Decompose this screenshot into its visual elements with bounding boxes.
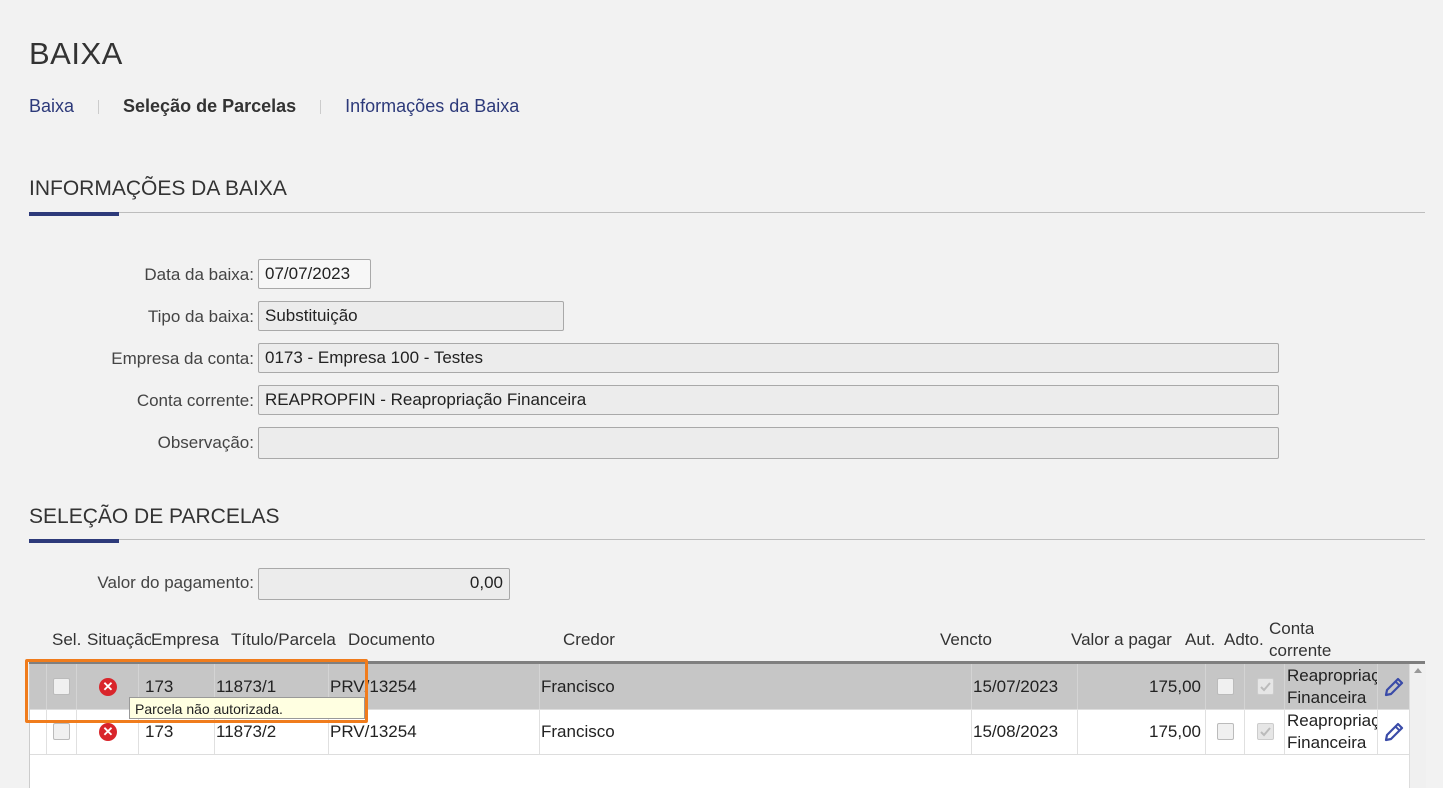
valor-pagamento-field[interactable]: 0,00 bbox=[258, 568, 510, 600]
aut-cell bbox=[1206, 709, 1245, 754]
section-accent-bar bbox=[29, 539, 119, 543]
header-valor-pagar[interactable]: Valor a pagar bbox=[1071, 630, 1172, 650]
section-divider bbox=[29, 539, 1425, 540]
edit-cell bbox=[1378, 664, 1410, 709]
info-section-title: INFORMAÇÕES DA BAIXA bbox=[29, 177, 287, 200]
data-baixa-label: Data da baixa: bbox=[144, 265, 254, 284]
edit-cell bbox=[1378, 709, 1410, 754]
scroll-up-icon[interactable] bbox=[1414, 668, 1422, 673]
conta-corrente-cell: Reapropriação Financeira bbox=[1285, 664, 1378, 709]
header-situacao[interactable]: Situação bbox=[87, 630, 151, 650]
conta-corrente-line2: Financeira bbox=[1287, 688, 1367, 707]
row-gutter bbox=[30, 664, 47, 709]
adto-cell bbox=[1245, 664, 1285, 709]
section-divider bbox=[29, 212, 1425, 213]
credor-cell: Francisco bbox=[540, 664, 972, 709]
error-circle-icon[interactable]: ✕ bbox=[99, 678, 117, 696]
header-credor[interactable]: Credor bbox=[563, 630, 615, 650]
adto-checkbox[interactable] bbox=[1257, 723, 1274, 740]
valor-cell: 175,00 bbox=[1078, 709, 1206, 754]
empresa-conta-label: Empresa da conta: bbox=[111, 349, 254, 368]
tooltip: Parcela não autorizada. bbox=[129, 697, 365, 719]
parcelas-section-title: SELEÇÃO DE PARCELAS bbox=[29, 505, 280, 528]
header-conta-corrente-line1[interactable]: Conta bbox=[1269, 619, 1314, 639]
edit-pencil-icon[interactable] bbox=[1382, 675, 1406, 699]
tab-informacoes-baixa[interactable]: Informações da Baixa bbox=[345, 96, 519, 117]
header-documento[interactable]: Documento bbox=[348, 630, 435, 650]
adto-checkbox[interactable] bbox=[1257, 678, 1274, 695]
section-accent-bar bbox=[29, 212, 119, 216]
aut-checkbox[interactable] bbox=[1217, 723, 1234, 740]
grid-scrollbar[interactable] bbox=[1409, 664, 1426, 788]
conta-corrente-line1: Reapropriação bbox=[1287, 666, 1378, 685]
header-adto[interactable]: Adto. bbox=[1224, 630, 1264, 650]
header-conta-corrente-line2[interactable]: corrente bbox=[1269, 641, 1331, 661]
tab-separator bbox=[320, 99, 322, 114]
aut-cell bbox=[1206, 664, 1245, 709]
valor-cell: 175,00 bbox=[1078, 664, 1206, 709]
conta-corrente-field[interactable]: REAPROPFIN - Reapropriação Financeira bbox=[258, 385, 1279, 415]
adto-cell bbox=[1245, 709, 1285, 754]
error-circle-icon[interactable]: ✕ bbox=[99, 723, 117, 741]
valor-pagamento-label: Valor do pagamento: bbox=[97, 573, 254, 592]
conta-corrente-line1: Reapropriação bbox=[1287, 711, 1378, 730]
credor-cell: Francisco bbox=[540, 709, 972, 754]
observacao-field[interactable] bbox=[258, 427, 1279, 459]
data-baixa-field[interactable]: 07/07/2023 bbox=[258, 259, 371, 289]
breadcrumb-tabs: Baixa Seleção de Parcelas Informações da… bbox=[29, 96, 519, 117]
grid-header: Sel. Situação Empresa Título/Parcela Doc… bbox=[29, 616, 1425, 662]
sel-cell[interactable] bbox=[47, 664, 77, 709]
page-title: BAIXA bbox=[29, 36, 123, 71]
conta-corrente-cell: Reapropriação Financeira bbox=[1285, 709, 1378, 754]
select-checkbox[interactable] bbox=[53, 678, 70, 695]
tipo-baixa-field[interactable]: Substituição bbox=[258, 301, 564, 331]
aut-checkbox[interactable] bbox=[1217, 678, 1234, 695]
conta-corrente-label: Conta corrente: bbox=[136, 391, 254, 410]
vencto-cell: 15/08/2023 bbox=[972, 709, 1078, 754]
header-aut[interactable]: Aut. bbox=[1185, 630, 1215, 650]
sel-cell[interactable] bbox=[47, 709, 77, 754]
grid-body: ✕ 173 11873/1 PRV/13254 Francisco 15/07/… bbox=[29, 664, 1410, 788]
header-titulo-parcela[interactable]: Título/Parcela bbox=[231, 630, 336, 650]
select-checkbox[interactable] bbox=[53, 723, 70, 740]
conta-corrente-line2: Financeira bbox=[1287, 733, 1367, 752]
tab-selecao-parcelas[interactable]: Seleção de Parcelas bbox=[123, 96, 296, 117]
header-empresa[interactable]: Empresa bbox=[151, 630, 219, 650]
header-vencto[interactable]: Vencto bbox=[940, 630, 992, 650]
row-gutter bbox=[30, 709, 47, 754]
observacao-label: Observação: bbox=[157, 433, 254, 452]
header-sel[interactable]: Sel. bbox=[52, 630, 81, 650]
edit-pencil-icon[interactable] bbox=[1382, 720, 1406, 744]
tipo-baixa-label: Tipo da baixa: bbox=[147, 307, 254, 326]
empresa-conta-field[interactable]: 0173 - Empresa 100 - Testes bbox=[258, 343, 1279, 373]
tab-separator bbox=[98, 99, 100, 114]
vencto-cell: 15/07/2023 bbox=[972, 664, 1078, 709]
tab-baixa[interactable]: Baixa bbox=[29, 96, 74, 117]
